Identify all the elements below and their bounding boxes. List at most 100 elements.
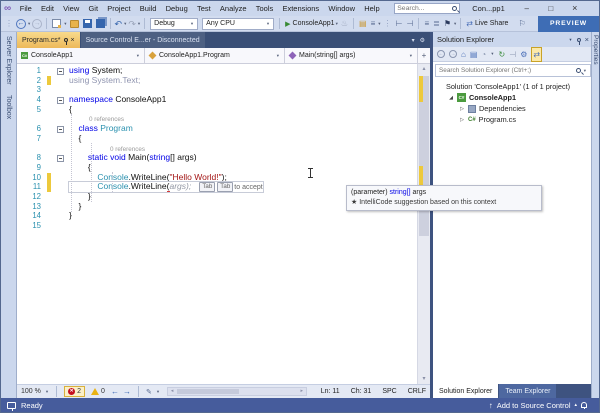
menu-item-view[interactable]: View: [59, 4, 84, 13]
vertical-scrollbar[interactable]: ▴ ▾: [417, 64, 430, 384]
code-text[interactable]: Console.WriteLine(args); TabTabto accept: [69, 182, 263, 192]
properties-tab[interactable]: Properties: [592, 35, 599, 398]
uncomment-icon[interactable]: ≣: [433, 19, 440, 28]
image-watch-icon[interactable]: ≡: [371, 19, 376, 28]
live-share-label[interactable]: Live Share: [475, 20, 508, 27]
toolbar-grip-icon[interactable]: ⋮: [5, 19, 13, 28]
navigate-forward-icon[interactable]: →: [32, 19, 42, 29]
tab-program-cs[interactable]: Program.cs* ×: [17, 32, 80, 48]
toolbox-tab[interactable]: Toolbox: [5, 95, 12, 119]
menu-item-build[interactable]: Build: [135, 4, 161, 13]
filter-caret-icon[interactable]: ▾: [491, 51, 493, 57]
menu-item-extensions[interactable]: Extensions: [278, 4, 324, 13]
send-feedback-icon[interactable]: ⚐: [518, 19, 525, 28]
collapse-region-icon[interactable]: [57, 155, 64, 162]
tree-item-program-cs[interactable]: ▷C#Program.cs: [433, 114, 593, 125]
suggestion-icon[interactable]: ✎: [146, 388, 152, 396]
document-list-caret-icon[interactable]: ▾: [412, 37, 415, 44]
sync-with-active-document-icon[interactable]: ⇄: [531, 47, 542, 62]
solution-explorer-title-bar[interactable]: Solution Explorer ▾ ×: [433, 32, 593, 47]
toolbar-grip-icon[interactable]: ⋮: [384, 19, 392, 28]
save-all-icon[interactable]: [96, 19, 105, 28]
scroll-left-icon[interactable]: ◂: [168, 388, 176, 395]
menu-item-project[interactable]: Project: [103, 4, 136, 13]
previous-issue-icon[interactable]: ←: [111, 387, 119, 396]
add-to-source-control-button[interactable]: Add to Source Control: [497, 401, 571, 410]
home-icon[interactable]: ⌂: [461, 48, 466, 61]
warning-count-badge[interactable]: 0: [89, 388, 107, 395]
indent-icon[interactable]: ⊢: [396, 19, 403, 28]
menu-item-debug[interactable]: Debug: [161, 4, 192, 13]
tree-item-solution-consoleapp1-1-of-1-project[interactable]: Solution 'ConsoleApp1' (1 of 1 project): [433, 81, 593, 92]
pin-tab-icon[interactable]: [64, 38, 68, 42]
bookmark-caret-icon[interactable]: ▾: [454, 21, 456, 27]
forward-icon[interactable]: →: [449, 50, 457, 58]
switch-views-icon[interactable]: ▤: [470, 48, 478, 61]
solution-search-input[interactable]: [439, 67, 574, 74]
scroll-down-icon[interactable]: ▾: [418, 374, 430, 384]
feedback-status-icon[interactable]: [7, 402, 16, 409]
solution-search-box[interactable]: ▾: [435, 64, 591, 77]
navigate-back-caret-icon[interactable]: ▾: [28, 21, 30, 27]
space-mode-indicator[interactable]: SPC: [382, 388, 396, 395]
global-search-box[interactable]: [394, 3, 460, 14]
type-dropdown[interactable]: ConsoleApp1.Program ▾: [145, 48, 285, 63]
menu-item-test[interactable]: Test: [192, 4, 215, 13]
minimize-button[interactable]: –: [515, 1, 539, 16]
zoom-caret-icon[interactable]: ▾: [46, 389, 48, 395]
suggestion-caret-icon[interactable]: ▾: [157, 389, 159, 395]
search-options-caret-icon[interactable]: ▾: [584, 68, 586, 74]
close-panel-icon[interactable]: ×: [585, 35, 589, 44]
scroll-up-icon[interactable]: ▴: [418, 64, 430, 74]
menu-item-file[interactable]: File: [15, 4, 36, 13]
zoom-level[interactable]: 100 %: [21, 388, 41, 395]
menu-item-analyze[interactable]: Analyze: [215, 4, 251, 13]
project-dropdown[interactable]: C# ConsoleApp1 ▾: [17, 48, 145, 63]
code-text[interactable]: }: [69, 211, 72, 221]
outdent-icon[interactable]: ⊣: [406, 19, 413, 28]
save-icon[interactable]: [83, 19, 92, 28]
member-dropdown[interactable]: Main(string[] args) ▾: [285, 48, 417, 63]
tab-team-explorer[interactable]: Team Explorer: [499, 384, 556, 398]
code-text[interactable]: using System.Text;: [69, 76, 140, 86]
redo-caret-icon[interactable]: ▾: [138, 21, 140, 27]
live-share-icon[interactable]: ⇄: [466, 19, 473, 28]
undo-icon[interactable]: ↶: [115, 19, 123, 29]
back-icon[interactable]: ←: [437, 50, 445, 58]
close-tab-icon[interactable]: ×: [71, 37, 75, 44]
tab-source-control-explorer[interactable]: Source Control E...er - Disconnected: [81, 32, 205, 48]
expander-icon[interactable]: ◢: [448, 95, 454, 101]
notifications-bell-icon[interactable]: [581, 402, 587, 408]
code-editor[interactable]: 1using System;2using System.Text;34names…: [17, 64, 430, 384]
horizontal-scrollbar[interactable]: ◂ ▸: [167, 387, 307, 396]
refresh-icon[interactable]: ↻: [499, 48, 506, 61]
line-ending-indicator[interactable]: CRLF: [408, 388, 426, 395]
preview-button[interactable]: PREVIEW: [538, 16, 599, 32]
maximize-button[interactable]: □: [539, 1, 563, 16]
source-control-caret-icon[interactable]: ▴: [574, 402, 577, 408]
expander-icon[interactable]: ▷: [459, 106, 465, 112]
tab-solution-explorer[interactable]: Solution Explorer: [433, 384, 498, 398]
pending-changes-filter-icon[interactable]: ◔: [481, 48, 486, 61]
collapse-region-icon[interactable]: [57, 97, 64, 104]
start-debugging-icon[interactable]: ▶: [285, 20, 290, 28]
menu-item-help[interactable]: Help: [360, 4, 385, 13]
find-in-files-icon[interactable]: ▤: [359, 19, 367, 28]
properties-icon[interactable]: ⚙: [520, 48, 527, 61]
hot-reload-icon[interactable]: ♨: [341, 19, 348, 28]
menu-item-edit[interactable]: Edit: [36, 4, 58, 13]
expander-icon[interactable]: ▷: [459, 117, 465, 123]
start-debugging-label[interactable]: ConsoleApp1: [293, 20, 335, 27]
scroll-right-icon[interactable]: ▸: [298, 388, 306, 395]
close-button[interactable]: ×: [563, 1, 587, 16]
scrollbar-thumb[interactable]: [177, 389, 239, 394]
bookmark-icon[interactable]: ⚑: [444, 19, 451, 28]
error-count-badge[interactable]: ✕ 2: [64, 386, 85, 397]
navigate-back-icon[interactable]: ←: [16, 19, 26, 29]
solution-platform-select[interactable]: Any CPU ▾: [202, 18, 274, 30]
window-position-caret-icon[interactable]: ▾: [569, 37, 571, 43]
new-file-icon[interactable]: [52, 19, 61, 28]
collapse-region-icon[interactable]: [57, 68, 64, 75]
server-explorer-tab[interactable]: Server Explorer: [5, 36, 12, 85]
new-file-caret-icon[interactable]: ▾: [64, 21, 66, 27]
